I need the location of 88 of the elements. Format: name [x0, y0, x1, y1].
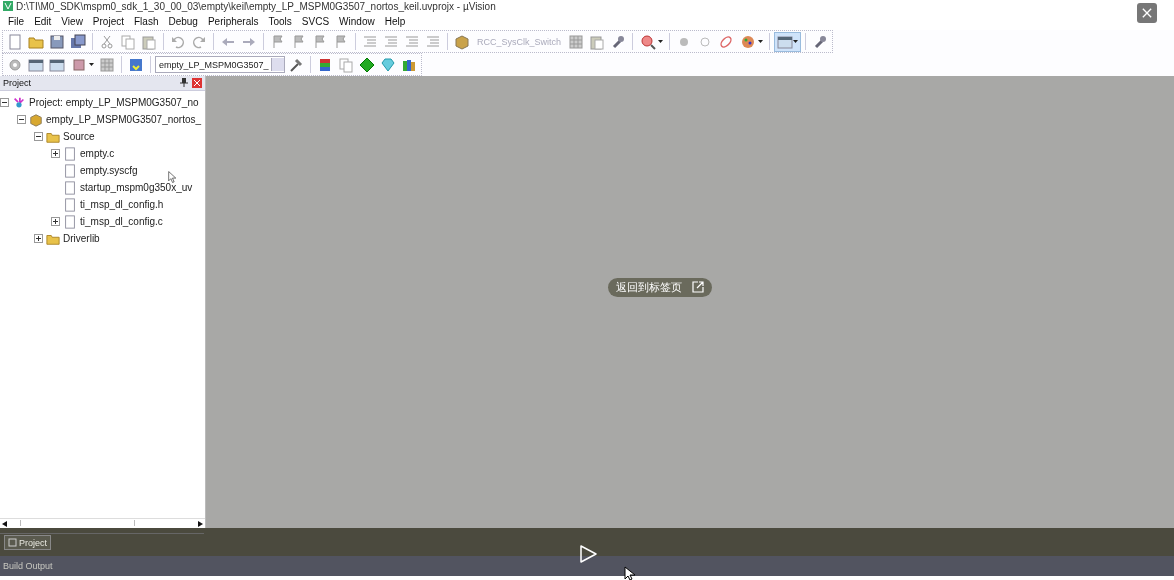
file-icon — [63, 214, 77, 229]
save-all-button[interactable] — [68, 32, 88, 51]
save-all-icon — [70, 33, 86, 50]
new-file-icon — [7, 33, 23, 50]
scroll-left-icon[interactable] — [2, 520, 7, 527]
close-button[interactable] — [1137, 3, 1157, 23]
panel-title: Project — [3, 78, 32, 88]
external-link-icon[interactable] — [692, 281, 704, 293]
menu-item[interactable]: Peripherals — [202, 15, 264, 27]
menu-item[interactable]: Flash — [129, 15, 164, 27]
copy-icon — [120, 33, 136, 50]
gem-icon — [379, 56, 396, 73]
window-icon — [49, 56, 65, 73]
project-icon — [12, 95, 26, 110]
menu-item[interactable]: Debug — [163, 15, 203, 27]
menu-item[interactable]: Tools — [263, 15, 297, 27]
bookmark-icon — [291, 33, 307, 50]
caret-icon — [88, 63, 94, 66]
window-title: D:\TI\M0_SDK\mspm0_sdk_1_30_00_03\empty\keil\empty_LP_MSPM0G3507_nortos_keil.uvprojx - µVision — [16, 0, 496, 12]
caret-icon — [657, 40, 663, 43]
cut-icon — [99, 33, 115, 50]
menu-item[interactable]: File — [3, 15, 30, 27]
play-button[interactable] — [578, 544, 598, 564]
expand-icon[interactable] — [51, 149, 60, 158]
box-icon — [454, 33, 470, 50]
file-icon — [63, 163, 77, 178]
diamond-icon — [358, 56, 375, 73]
scroll-right-icon[interactable] — [198, 520, 203, 527]
indent-icon — [425, 33, 441, 50]
collapse-icon[interactable] — [0, 98, 9, 107]
menu-item[interactable]: View — [56, 15, 88, 27]
close-button[interactable] — [192, 78, 202, 88]
tree-item[interactable]: empty.syscfg — [80, 165, 138, 176]
wrench-icon — [812, 33, 829, 50]
caret-icon — [757, 40, 763, 43]
search-icon — [639, 33, 656, 50]
paste-icon — [141, 33, 157, 50]
tree-item[interactable]: ti_msp_dl_config.c — [80, 216, 163, 227]
menu-item[interactable]: Project — [87, 15, 129, 27]
collapse-icon[interactable] — [17, 115, 26, 124]
indent-icon — [383, 33, 399, 50]
caret-icon — [793, 40, 799, 43]
grid-icon — [568, 33, 585, 50]
paste-icon — [589, 33, 606, 50]
save-icon — [49, 33, 65, 50]
menu-item[interactable]: Window — [334, 15, 380, 27]
tree-item[interactable]: empty_LP_MSPM0G3507_nortos_ — [46, 114, 202, 125]
mouse-cursor-icon — [168, 171, 177, 183]
wrench-icon — [610, 33, 627, 50]
window-icon — [28, 56, 44, 73]
gear-icon — [7, 56, 23, 73]
window-layout-button[interactable] — [774, 31, 802, 52]
target-folder-icon — [29, 112, 43, 127]
menu-item[interactable]: Help — [379, 15, 411, 27]
tree-item[interactable]: ti_msp_dl_config.h — [80, 199, 164, 210]
mouse-cursor-icon — [624, 566, 636, 580]
indent-icon — [362, 33, 378, 50]
grid-button[interactable] — [97, 55, 117, 74]
copy-icon — [337, 56, 354, 73]
bookmark-icon — [270, 33, 286, 50]
bookmark-icon — [312, 33, 328, 50]
file-icon — [63, 197, 77, 212]
file-icon — [63, 180, 77, 195]
panel-tab[interactable]: Project — [4, 535, 51, 550]
save-button[interactable] — [47, 32, 67, 51]
palette-icon — [739, 33, 756, 50]
indent-icon — [404, 33, 420, 50]
expand-icon[interactable] — [51, 217, 60, 226]
tree-item[interactable]: Project: empty_LP_MSPM0G3507_no — [29, 97, 199, 108]
tree-item[interactable]: Source — [63, 131, 95, 142]
grid-icon — [99, 56, 115, 73]
window-icon — [777, 33, 794, 50]
close-icon — [1142, 8, 1152, 18]
download-icon — [128, 56, 144, 73]
chip-icon — [70, 56, 87, 73]
tree-item[interactable]: Driverlib — [63, 233, 100, 244]
file-icon — [63, 146, 77, 161]
tree-item[interactable]: empty.c — [80, 148, 115, 159]
bookmark-icon — [333, 33, 349, 50]
tree-item[interactable]: startup_mspm0g350x_uv — [80, 182, 193, 193]
menu-item[interactable]: SVCS — [296, 15, 335, 27]
target-label: RCC_SysClk_Switch — [476, 36, 563, 47]
expand-icon[interactable] — [34, 234, 43, 243]
build-output-title: Build Output — [3, 561, 53, 571]
collapse-icon[interactable] — [34, 132, 43, 141]
pin-icon[interactable] — [180, 77, 188, 89]
menu-item[interactable]: Edit — [29, 15, 57, 27]
target-select[interactable]: empty_LP_MSPM0G3507_ — [155, 56, 285, 73]
